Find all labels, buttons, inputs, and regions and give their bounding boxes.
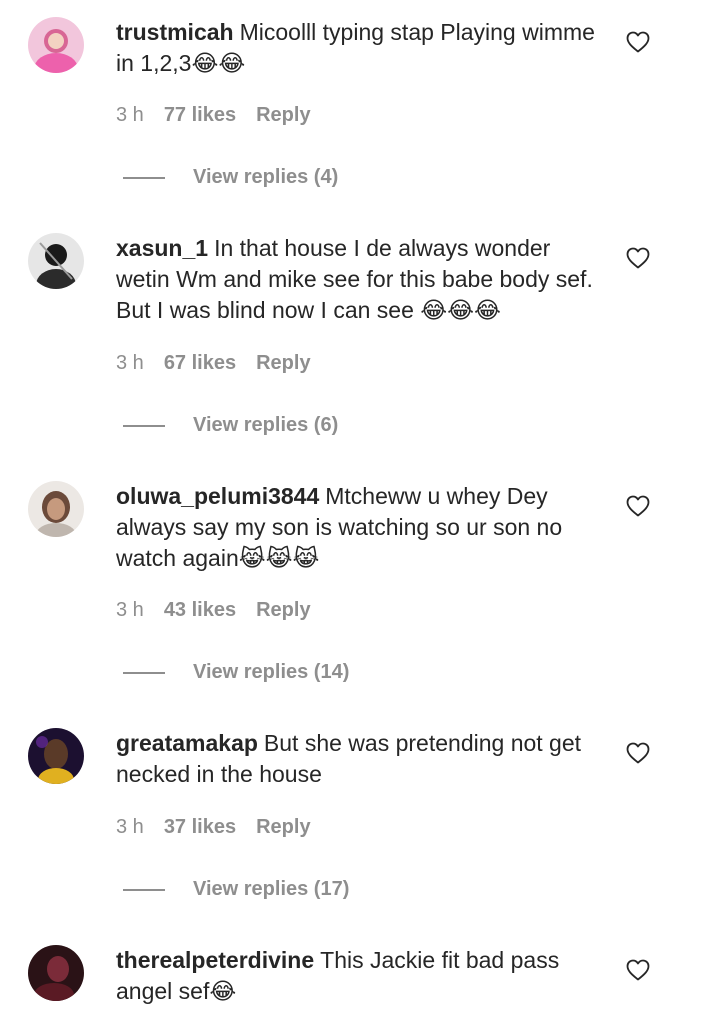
comment-text: xasun_1 In that house I de always wonder … [116,233,601,326]
comment-time: 3 h [116,816,144,838]
comment-text: oluwa_pelumi3844 Mtcheww u whey Dey alway… [116,481,601,574]
comment-likes[interactable]: 37 likes [164,816,236,838]
comment-likes[interactable]: 67 likes [164,352,236,374]
comment-likes[interactable]: 43 likes [164,599,236,621]
comment-time: 3 h [116,352,144,374]
comment-username[interactable]: xasun_1 [116,235,208,261]
comment-username[interactable]: oluwa_pelumi3844 [116,483,319,509]
heart-outline-icon[interactable] [626,247,650,269]
comment-time: 3 h [116,104,144,126]
avatar[interactable] [28,17,84,73]
reply-button[interactable]: Reply [256,599,310,621]
replies-divider [123,425,165,427]
reply-button[interactable]: Reply [256,352,310,374]
comment-username[interactable]: trustmicah [116,19,234,45]
comment-text: greatamakap But she was pretending not ge… [116,728,601,790]
comment-meta: 3 h 77 likes Reply [116,103,311,127]
replies-divider [123,177,165,179]
replies-divider [123,672,165,674]
comment-text: therealpeterdivine This Jackie fit bad pa… [116,945,601,1007]
view-replies-label: View replies (14) [193,661,350,683]
view-replies-label: View replies (17) [193,878,350,900]
view-replies-label: View replies (4) [193,166,339,188]
comment-meta: 3 h 67 likes Reply [116,351,311,375]
comment-time: 3 h [116,599,144,621]
heart-outline-icon[interactable] [626,742,650,764]
comment-username[interactable]: greatamakap [116,730,258,756]
heart-outline-icon[interactable] [626,31,650,53]
reply-button[interactable]: Reply [256,104,310,126]
comment-text: trustmicah Micoolll typing stap Playing w… [116,17,601,79]
view-replies-label: View replies (6) [193,414,339,436]
avatar[interactable] [28,945,84,1001]
avatar[interactable] [28,481,84,537]
comment-likes[interactable]: 77 likes [164,104,236,126]
avatar[interactable] [28,728,84,784]
avatar[interactable] [28,233,84,289]
comment-meta: 3 h 37 likes Reply [116,815,311,839]
heart-outline-icon[interactable] [626,495,650,517]
heart-outline-icon[interactable] [626,959,650,981]
comment-username[interactable]: therealpeterdivine [116,947,314,973]
comment-meta: 3 h 43 likes Reply [116,598,311,622]
reply-button[interactable]: Reply [256,816,310,838]
replies-divider [123,889,165,891]
